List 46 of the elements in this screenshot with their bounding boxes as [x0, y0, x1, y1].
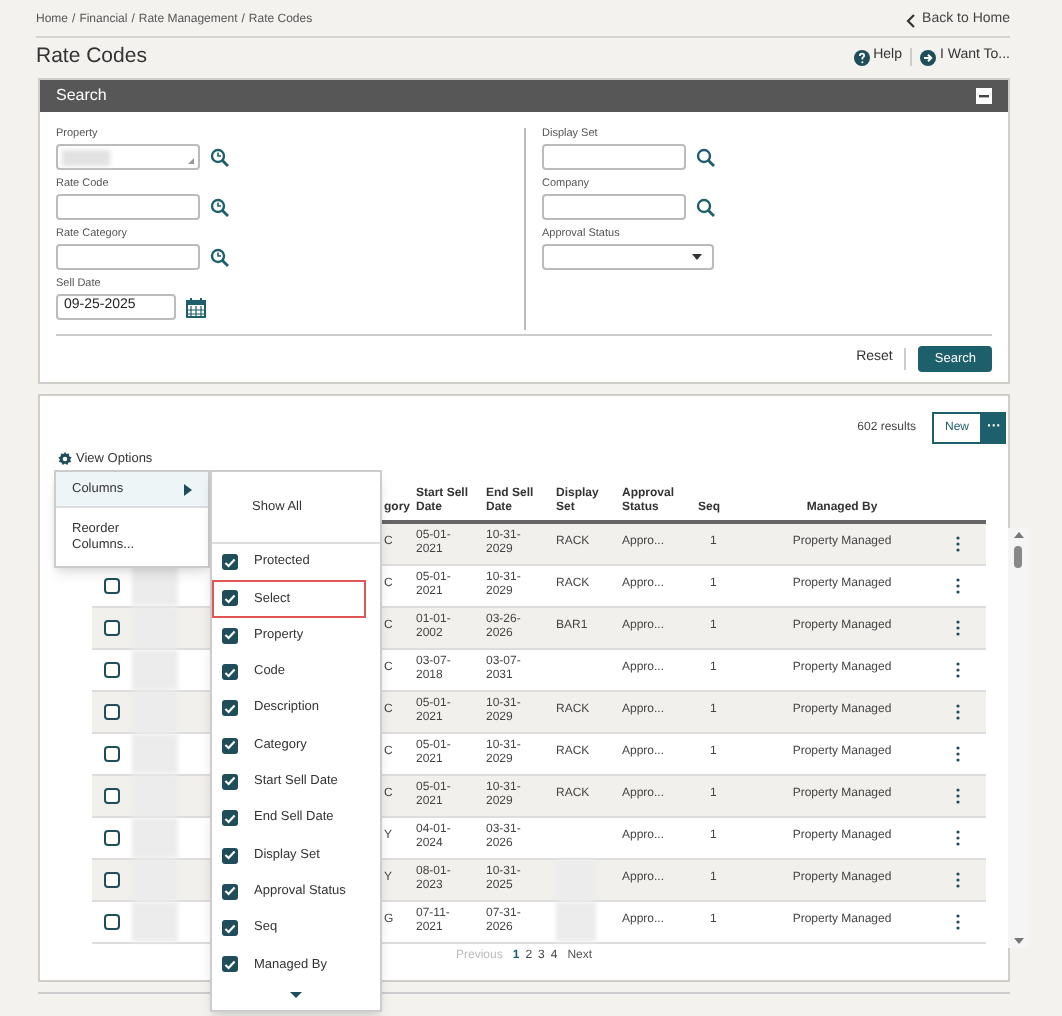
gear-icon: [58, 452, 72, 467]
search-icon[interactable]: [696, 197, 716, 217]
page-title: Rate Codes: [36, 41, 147, 72]
checkbox[interactable]: [222, 956, 238, 973]
search-list-icon[interactable]: [210, 197, 230, 217]
row-checkbox[interactable]: [104, 745, 120, 762]
checkbox[interactable]: [222, 847, 238, 864]
row-checkbox[interactable]: [104, 577, 120, 594]
scrollbar[interactable]: [1008, 527, 1028, 948]
resize-grip-icon: [188, 158, 194, 164]
checkbox[interactable]: [222, 590, 238, 607]
arrow-right-circle-icon: [919, 49, 936, 65]
scroll-down-icon[interactable]: [1013, 937, 1023, 944]
input-field[interactable]: [56, 194, 200, 220]
panel-title: Search: [56, 84, 107, 108]
help-icon: [853, 49, 870, 65]
search-list-icon[interactable]: [210, 247, 230, 267]
calendar-icon[interactable]: [186, 297, 206, 317]
collapse-icon[interactable]: [976, 88, 992, 104]
checkbox[interactable]: [222, 920, 238, 937]
input-field[interactable]: [56, 244, 200, 270]
input-field[interactable]: [542, 194, 686, 220]
checkbox[interactable]: [222, 737, 238, 754]
scroll-down-icon[interactable]: [290, 991, 302, 998]
input-field[interactable]: [56, 144, 200, 170]
checkbox[interactable]: [222, 883, 238, 900]
search-list-icon[interactable]: [210, 147, 230, 167]
row-checkbox[interactable]: [104, 661, 120, 678]
input-field[interactable]: [542, 144, 686, 170]
search-icon[interactable]: [696, 147, 716, 167]
checkbox[interactable]: [222, 554, 238, 571]
row-checkbox[interactable]: [104, 787, 120, 804]
scroll-up-icon[interactable]: [1013, 531, 1023, 538]
caret-down-icon: [692, 254, 702, 260]
checkbox[interactable]: [222, 810, 238, 827]
scroll-thumb[interactable]: [1014, 545, 1022, 568]
row-checkbox[interactable]: [104, 619, 120, 636]
row-checkbox[interactable]: [104, 829, 120, 846]
checkbox[interactable]: [222, 700, 238, 717]
checkbox[interactable]: [222, 627, 238, 644]
row-checkbox[interactable]: [104, 913, 120, 930]
chevron-left-icon: [906, 13, 917, 27]
checkbox[interactable]: [222, 664, 238, 681]
row-checkbox[interactable]: [104, 703, 120, 720]
checkbox[interactable]: [222, 773, 238, 790]
row-checkbox[interactable]: [104, 871, 120, 888]
